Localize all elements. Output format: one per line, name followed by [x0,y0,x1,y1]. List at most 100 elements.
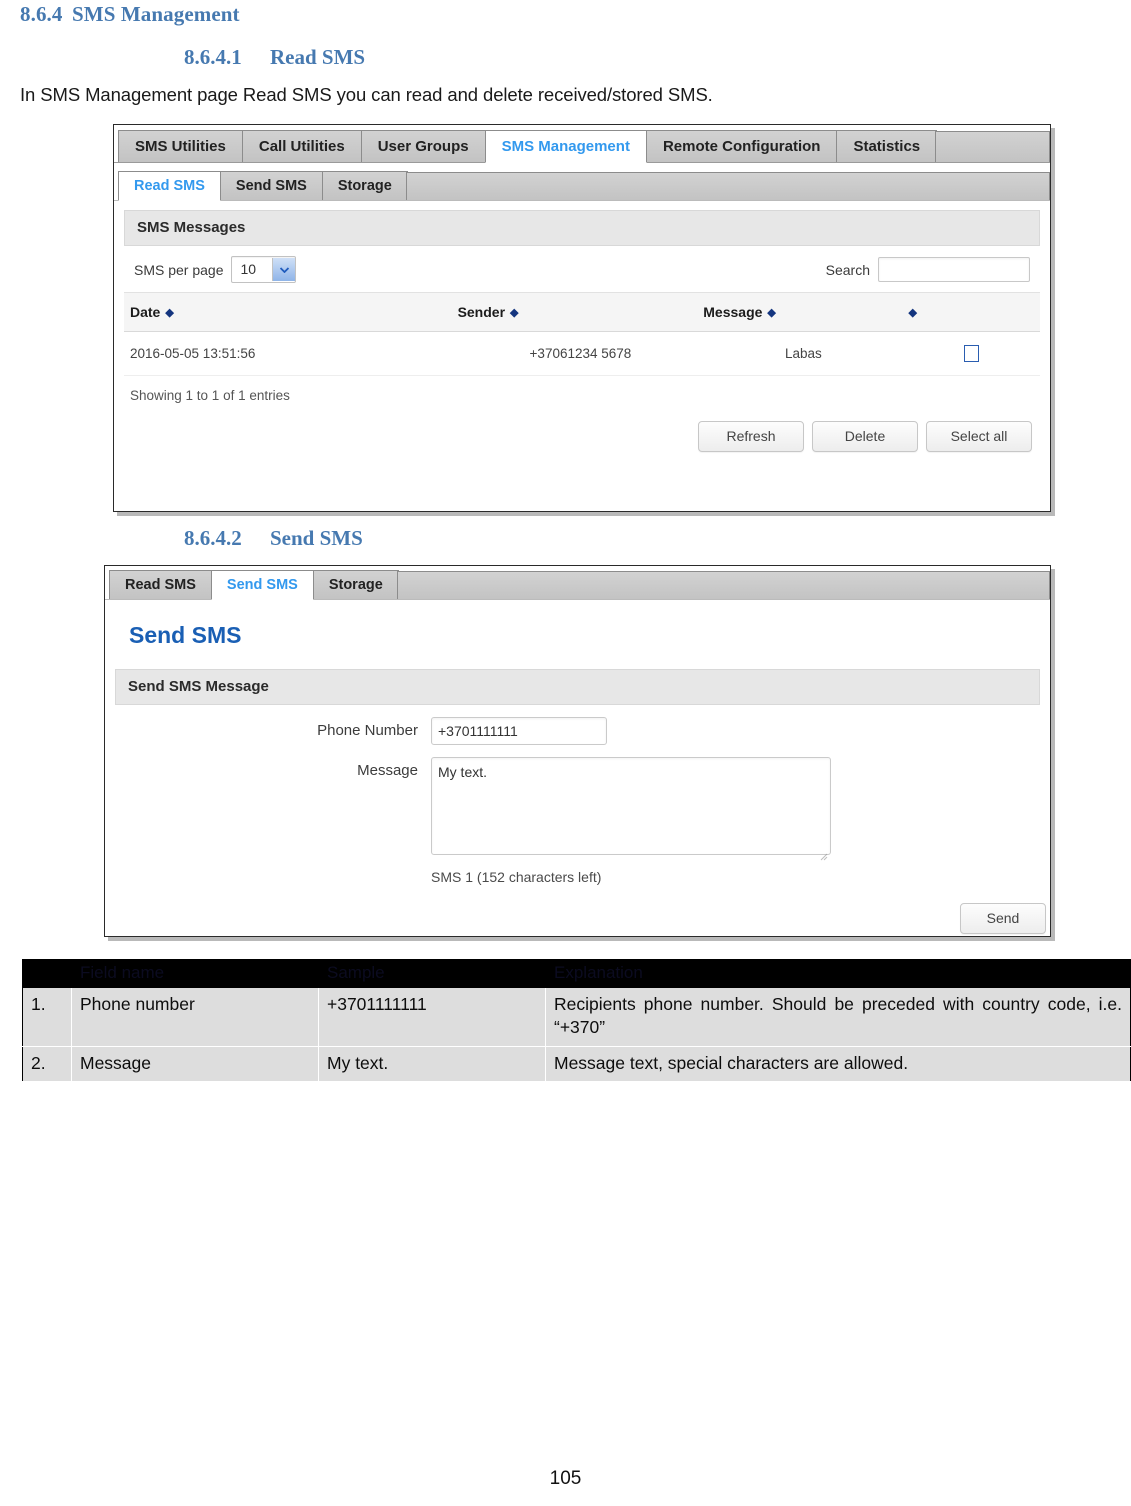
heading-send-sms: 8.6.4.2 Send SMS [12,512,1119,551]
subtab-storage-2[interactable]: Storage [312,570,399,599]
per-page-control: SMS per page 10 [134,256,297,283]
parameter-table: Field name Sample Explanation 1. Phone n… [22,959,1131,1083]
sms-messages-section-title: SMS Messages [124,210,1040,246]
column-header-select[interactable]: ◆ [903,293,1040,332]
search-label: Search [825,261,870,278]
column-header-message-label: Message [703,304,763,320]
subtab-send-sms-2[interactable]: Send SMS [210,570,314,600]
heading-send-sms-title: Send SMS [270,526,363,550]
select-all-button[interactable]: Select all [926,421,1032,452]
tab-sms-utilities[interactable]: SMS Utilities [118,130,243,162]
column-header-message[interactable]: Message ◆ [703,293,904,332]
heading-sms-management-title: SMS Management [72,2,240,26]
phone-number-row: Phone Number [115,705,1040,745]
send-sms-page-title: Send SMS [129,622,242,648]
table-body: 2016-05-05 13:51:56 +37061234 5678 Labas [124,331,1040,376]
tab-remote-configuration[interactable]: Remote Configuration [645,130,838,162]
param-row-2-field: Message [71,1045,319,1083]
column-header-sender-label: Sender [457,304,506,320]
per-page-select[interactable]: 10 [230,256,297,283]
column-header-date-label: Date [130,304,161,320]
parameter-table-body: 1. Phone number +3701111111 Recipients p… [22,987,1131,1083]
heading-read-sms-number: 8.6.4.1 [184,45,242,69]
param-row-1-field: Phone number [71,987,319,1047]
character-counter: SMS 1 (152 characters left) [431,869,602,885]
table-header-row: Date ◆ Sender ◆ Message ◆ ◆ [124,293,1040,332]
subtab-send-sms[interactable]: Send SMS [219,171,323,200]
send-sms-section-title: Send SMS Message [115,669,1040,705]
chevron-down-icon [272,258,296,281]
param-row-2-explanation: Message text, special characters are all… [545,1045,1131,1083]
row-checkbox[interactable] [964,345,980,362]
message-label: Message [357,762,418,779]
sub-tab-filler [405,172,1050,200]
read-sms-panel: SMS Messages SMS per page 10 Search Date… [114,210,1050,464]
send-sub-tab-bar: Read SMS Send SMS Storage [105,566,1050,600]
parameter-table-header-row: Field name Sample Explanation [22,959,1131,988]
param-row-1-explanation: Recipients phone number. Should be prece… [545,987,1131,1047]
heading-sms-management: 8.6.4 SMS Management [12,0,1119,27]
sub-tab-bar: Read SMS Send SMS Storage [114,167,1050,201]
param-header-explanation: Explanation [545,959,1131,988]
document-page: 8.6.4 SMS Management 8.6.4.1 Read SMS In S… [0,0,1131,1506]
param-header-sample: Sample [318,959,546,988]
main-tab-bar: SMS Utilities Call Utilities User Groups… [114,125,1050,163]
column-header-date[interactable]: Date ◆ [124,293,458,332]
param-row-1-sample: +3701111111 [318,987,546,1047]
intro-paragraph: In SMS Management page Read SMS you can … [20,84,713,105]
table-controls: SMS per page 10 Search [124,246,1040,293]
heading-sms-management-number: 8.6.4 [20,2,63,26]
cell-date: 2016-05-05 13:51:56 [124,331,458,376]
per-page-value: 10 [240,261,257,277]
param-row-2-sample: My text. [318,1045,546,1083]
search-control: Search [826,257,1030,282]
main-tab-filler [935,131,1050,162]
table-row: 2016-05-05 13:51:56 +37061234 5678 Labas [124,331,1040,376]
tab-sms-management[interactable]: SMS Management [484,130,647,163]
sort-icon-date[interactable]: ◆ [165,307,173,319]
param-row-1-index: 1. [22,987,72,1047]
delete-button[interactable]: Delete [812,421,918,452]
heading-send-sms-number: 8.6.4.2 [184,526,242,550]
sort-icon-message[interactable]: ◆ [767,307,775,319]
sort-icon-sender[interactable]: ◆ [510,307,518,319]
cell-sender: +37061234 5678 [457,331,704,376]
cell-select [903,331,1040,376]
message-textarea[interactable] [431,757,831,855]
table-row: 2. Message My text. Message text, specia… [22,1045,1131,1083]
subtab-storage[interactable]: Storage [321,171,408,200]
send-sub-tab-filler [396,571,1050,599]
subtab-read-sms-2[interactable]: Read SMS [109,570,212,599]
phone-number-label: Phone Number [317,722,418,739]
param-row-2-index: 2. [22,1045,72,1083]
table-head: Date ◆ Sender ◆ Message ◆ ◆ [124,293,1040,332]
per-page-label: SMS per page [134,261,224,278]
send-button[interactable]: Send [960,903,1046,934]
message-textarea-wrap [431,757,831,861]
tab-user-groups[interactable]: User Groups [360,130,486,162]
read-sms-button-row: Refresh Delete Select all [124,411,1040,464]
table-row: 1. Phone number +3701111111 Recipients p… [22,987,1131,1047]
heading-read-sms: 8.6.4.1 Read SMS [12,27,1119,70]
send-sms-screenshot: Read SMS Send SMS Storage Send SMS Send … [104,565,1051,937]
send-button-row: Send [115,885,1046,948]
sort-icon-select[interactable]: ◆ [908,307,916,319]
search-input[interactable] [878,257,1030,282]
tab-call-utilities[interactable]: Call Utilities [241,130,362,162]
refresh-button[interactable]: Refresh [698,421,804,452]
subtab-read-sms[interactable]: Read SMS [118,171,221,201]
page-number: 105 [549,1468,582,1489]
param-header-index [22,959,72,988]
cell-message: Labas [703,331,904,376]
heading-read-sms-title: Read SMS [270,45,366,69]
phone-number-input[interactable] [431,717,607,745]
parameter-table-head: Field name Sample Explanation [22,959,1131,988]
column-header-sender[interactable]: Sender ◆ [457,293,704,332]
send-sms-panel: Send SMS Send SMS Message Phone Number M… [105,600,1050,948]
read-sms-screenshot: SMS Utilities Call Utilities User Groups… [113,124,1051,512]
param-header-field-name: Field name [71,959,319,988]
message-row: Message [115,745,1040,861]
sms-messages-table: Date ◆ Sender ◆ Message ◆ ◆ 2016-05-05 13:5… [124,293,1040,376]
entries-info: Showing 1 to 1 of 1 entries [130,388,290,403]
tab-statistics[interactable]: Statistics [836,130,938,162]
